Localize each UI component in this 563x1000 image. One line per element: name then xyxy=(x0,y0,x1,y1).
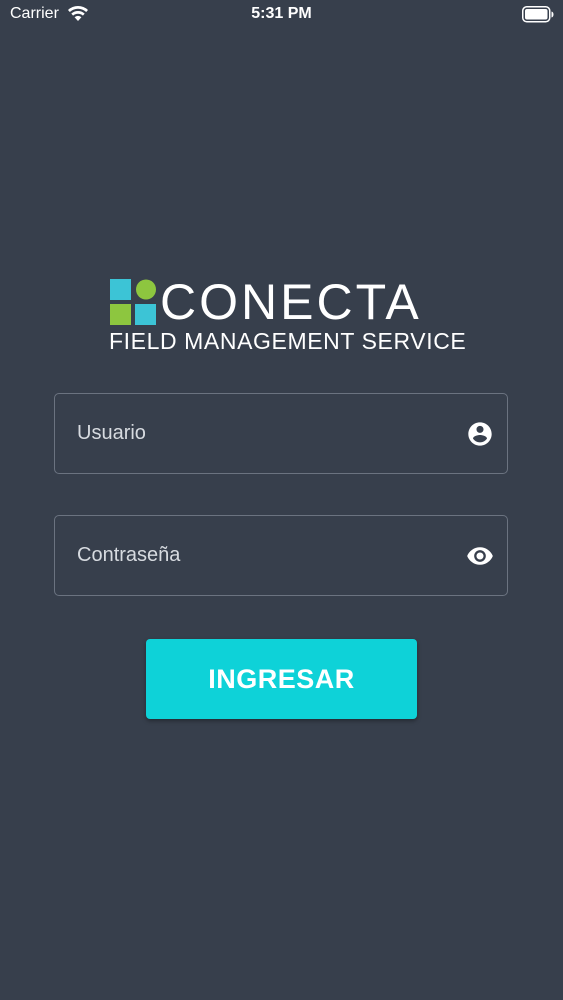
eye-icon[interactable] xyxy=(466,542,494,570)
password-field[interactable] xyxy=(54,515,508,596)
login-button[interactable]: INGRESAR xyxy=(146,639,417,719)
logo-tagline: FIELD MANAGEMENT SERVICE xyxy=(109,328,467,354)
status-time: 5:31 PM xyxy=(251,5,312,22)
app-logo: CONECTA FIELD MANAGEMENT SERVICE xyxy=(108,274,466,356)
username-input[interactable] xyxy=(77,394,447,473)
logo-wordmark: CONECTA xyxy=(160,274,422,330)
password-input[interactable] xyxy=(77,516,447,595)
username-field[interactable] xyxy=(54,393,508,474)
logo-mark-icon xyxy=(110,279,156,325)
account-circle-icon xyxy=(468,422,492,446)
battery-icon xyxy=(522,6,554,23)
status-bar: Carrier 5:31 PM xyxy=(0,0,563,30)
